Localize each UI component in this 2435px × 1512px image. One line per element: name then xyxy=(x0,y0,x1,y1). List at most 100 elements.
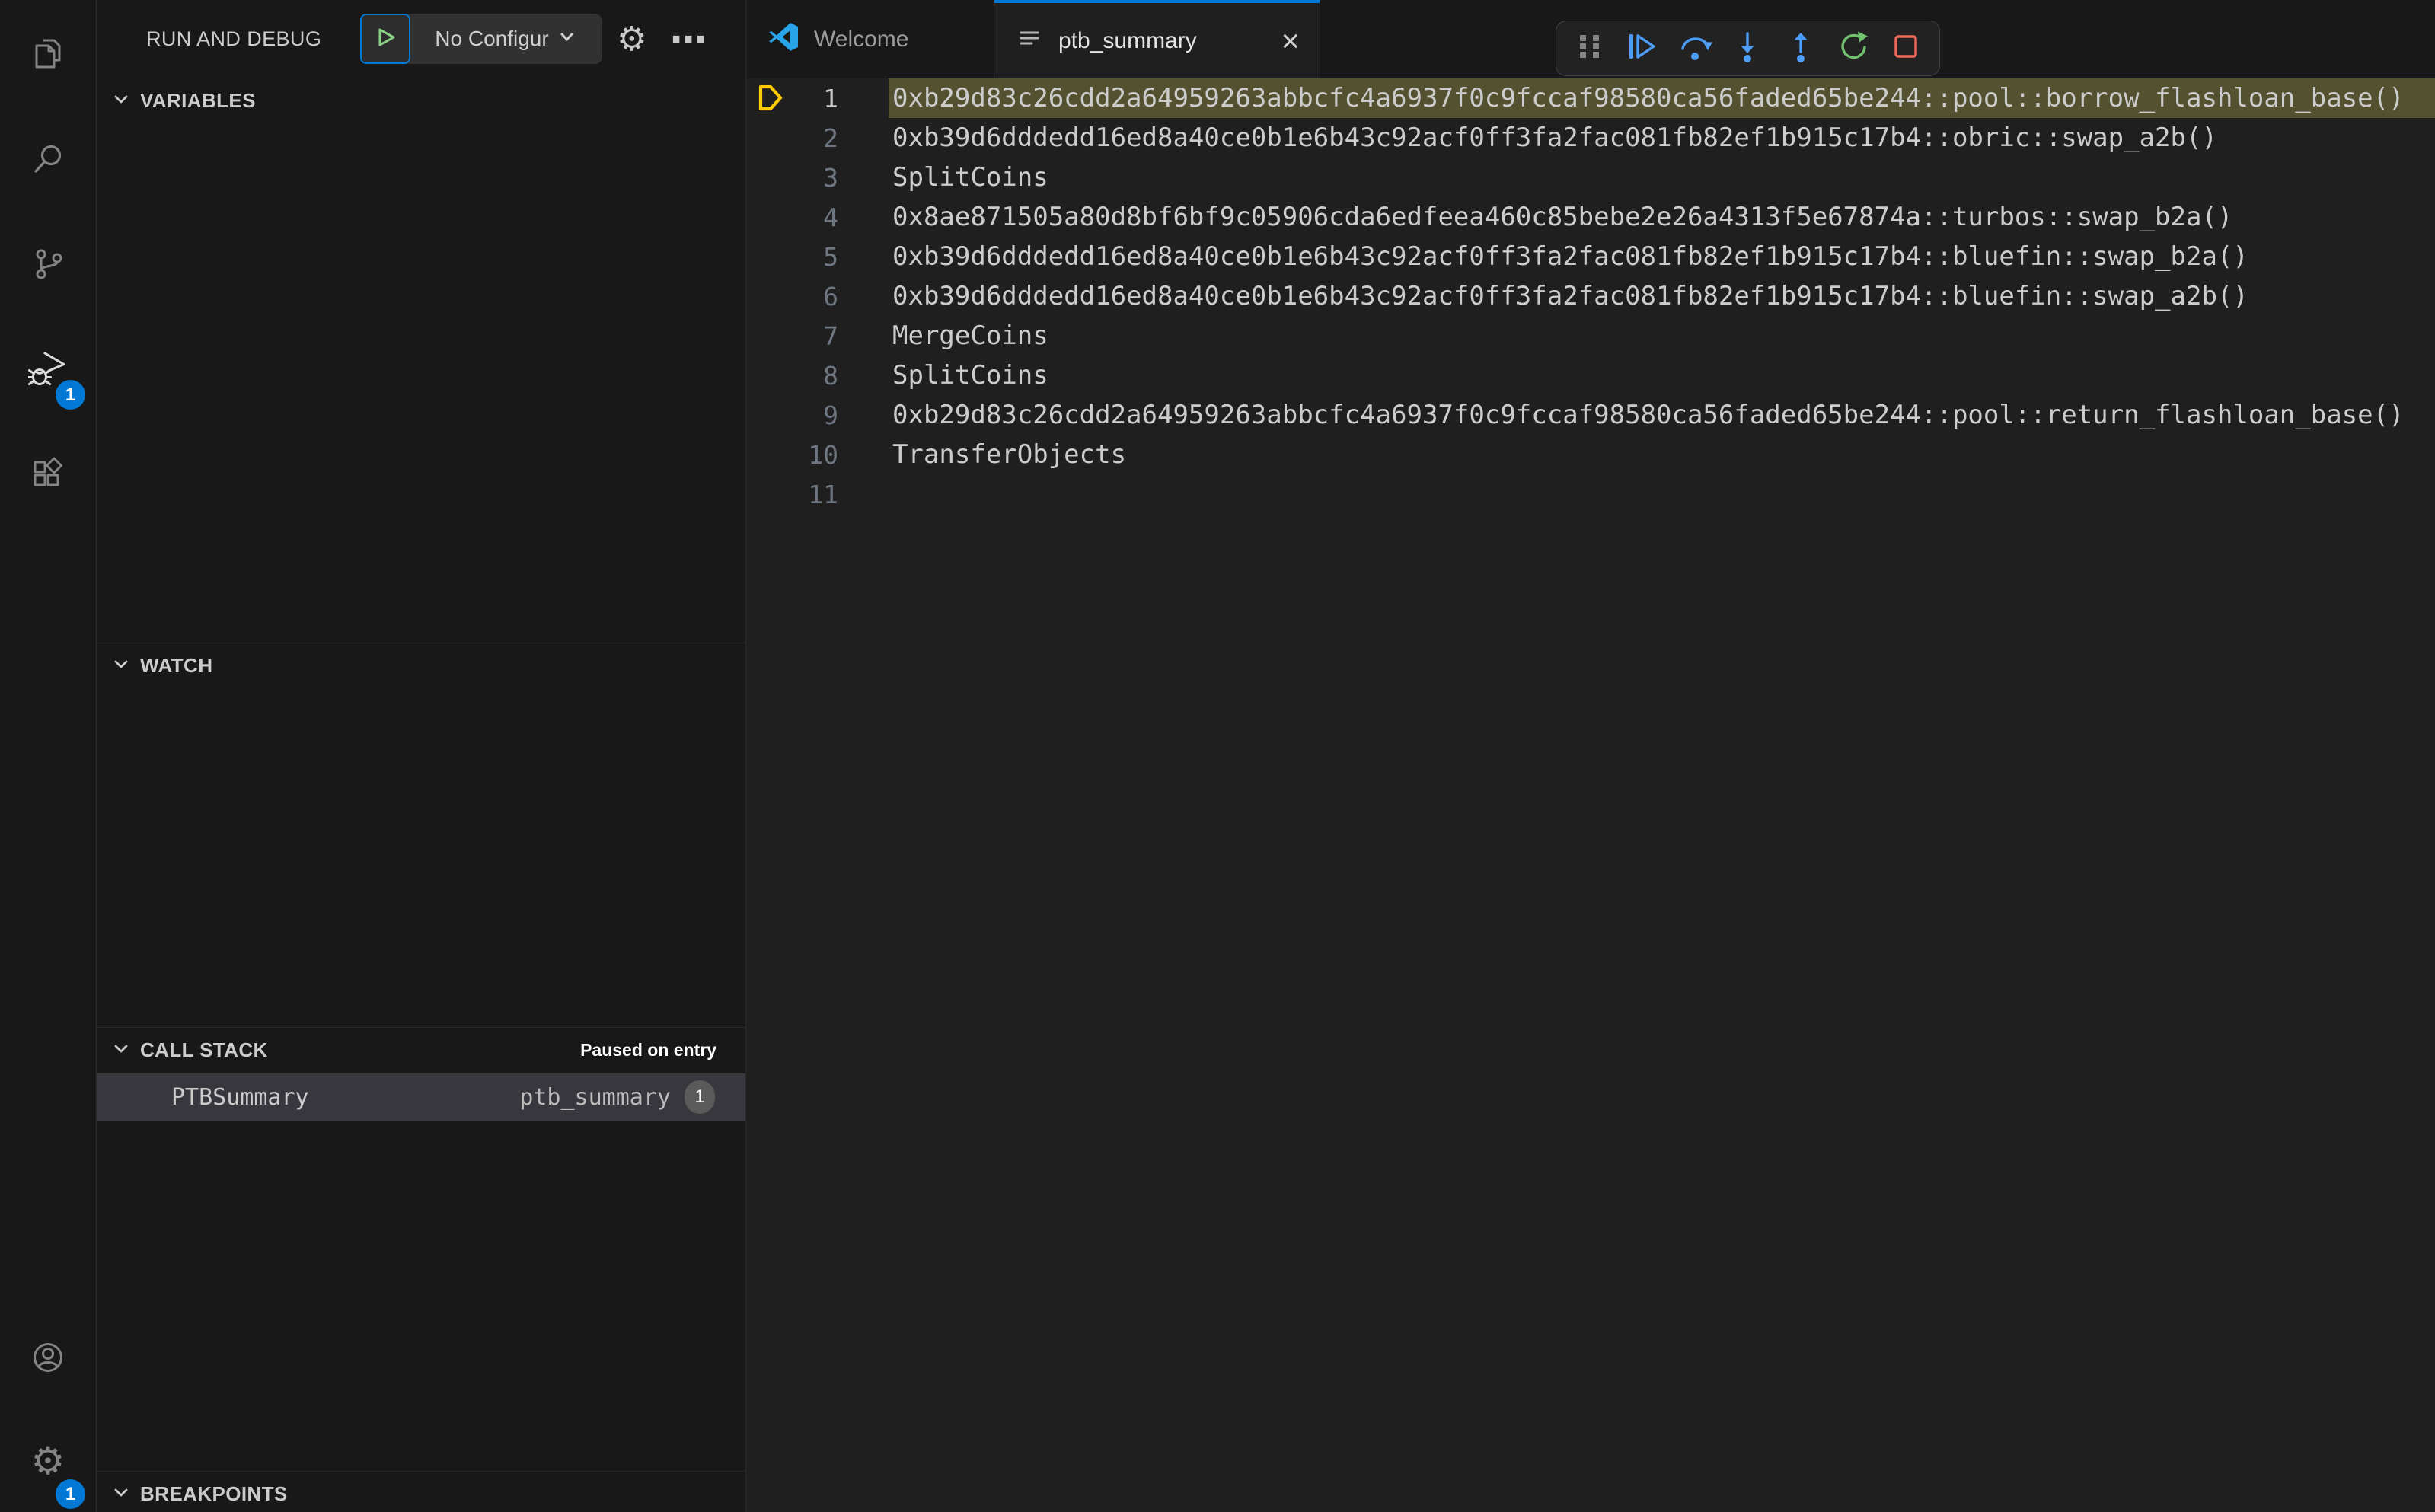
toolbar-drag-handle[interactable] xyxy=(1567,25,1613,72)
editor-gutter[interactable]: 3 xyxy=(747,158,889,197)
code-text[interactable]: 0xb29d83c26cdd2a64959263abbcfc4a6937f0c9… xyxy=(889,395,2435,435)
list-file-icon xyxy=(1014,23,1045,59)
search-icon xyxy=(29,140,67,182)
activity-source-control[interactable] xyxy=(0,213,96,318)
editor-gutter[interactable]: 5 xyxy=(747,237,889,276)
code-text[interactable]: SplitCoins xyxy=(889,356,2435,395)
tab-ptb-summary[interactable]: ptb_summary × xyxy=(994,0,1320,78)
activity-accounts[interactable] xyxy=(0,1308,96,1410)
breakpoints-pane-label: BREAKPOINTS xyxy=(140,1482,288,1505)
chevron-down-icon xyxy=(110,1481,132,1507)
gear-icon: ⚙ xyxy=(30,1440,65,1482)
config-dropdown-label: No Configur xyxy=(435,27,549,50)
code-text[interactable]: 0xb39d6dddedd16ed8a40ce0b1e6b43c92acf0ff… xyxy=(889,118,2435,158)
step-out-button[interactable] xyxy=(1778,25,1824,72)
chevron-down-icon xyxy=(110,88,132,114)
editor-gutter[interactable]: 7 xyxy=(747,316,889,356)
code-line: 9 0xb29d83c26cdd2a64959263abbcfc4a6937f0… xyxy=(747,395,2435,435)
chevron-down-icon xyxy=(110,652,132,679)
editor-gutter[interactable]: 4 xyxy=(747,197,889,237)
line-number: 9 xyxy=(823,400,838,430)
editor-gutter[interactable]: 10 xyxy=(747,435,889,474)
step-out-icon xyxy=(1783,29,1818,68)
stack-frame-row[interactable]: PTBSummary ptb_summary 1 xyxy=(97,1073,745,1121)
restart-icon xyxy=(1836,29,1871,68)
close-icon[interactable]: × xyxy=(1281,24,1300,57)
variables-pane-header[interactable]: VARIABLES xyxy=(97,78,745,123)
code-text[interactable] xyxy=(889,474,2435,514)
views-more-actions-button[interactable]: ⋯ xyxy=(670,0,707,78)
editor-gutter[interactable]: 6 xyxy=(747,276,889,316)
vscode-window: 1 ⚙ 1 RUN AND DEBUG No Configur ⚙ ⋯ VARI… xyxy=(0,0,2435,1512)
editor-area: Welcome ptb_summary × 1 0xb29d83c26cdd2a… xyxy=(747,0,2435,1512)
activity-run-and-debug[interactable]: 1 xyxy=(0,318,96,423)
step-over-button[interactable] xyxy=(1672,25,1718,72)
editor-gutter[interactable]: 2 xyxy=(747,118,889,158)
stop-icon xyxy=(1888,29,1923,68)
tab-welcome-label: Welcome xyxy=(814,26,909,52)
line-number: 8 xyxy=(823,360,838,391)
call-stack-pane: CALL STACK Paused on entry PTBSummary pt… xyxy=(97,1027,745,1471)
account-icon xyxy=(29,1338,67,1380)
gripper-icon xyxy=(1577,28,1603,69)
code-text[interactable]: 0x8ae871505a80d8bf6bf9c05906cda6edfeea46… xyxy=(889,197,2435,237)
sidebar-title: RUN AND DEBUG xyxy=(146,27,322,50)
files-icon xyxy=(29,35,67,77)
code-text[interactable]: SplitCoins xyxy=(889,158,2435,197)
continue-button[interactable] xyxy=(1620,25,1665,72)
editor-gutter[interactable]: 9 xyxy=(747,395,889,435)
tab-ptb-summary-label: ptb_summary xyxy=(1058,27,1197,53)
activity-settings[interactable]: ⚙ 1 xyxy=(0,1410,96,1512)
step-into-button[interactable] xyxy=(1725,25,1770,72)
editor-gutter[interactable]: 11 xyxy=(747,474,889,514)
activity-explorer[interactable] xyxy=(0,3,96,108)
editor-gutter[interactable]: 1 xyxy=(747,78,889,118)
stack-frame-name: PTBSummary xyxy=(171,1083,309,1111)
launch-config-combo: No Configur xyxy=(360,14,602,64)
code-text[interactable]: 0xb29d83c26cdd2a64959263abbcfc4a6937f0c9… xyxy=(889,78,2435,118)
code-line: 1 0xb29d83c26cdd2a64959263abbcfc4a6937f0… xyxy=(747,78,2435,118)
debug-count-badge: 1 xyxy=(56,380,85,410)
call-stack-pane-header[interactable]: CALL STACK Paused on entry xyxy=(97,1028,745,1072)
step-over-icon xyxy=(1677,29,1713,68)
chevron-down-icon xyxy=(555,25,578,53)
line-number: 4 xyxy=(823,202,838,232)
line-number: 2 xyxy=(823,123,838,153)
restart-button[interactable] xyxy=(1830,25,1876,72)
activity-extensions[interactable] xyxy=(0,423,96,528)
tab-welcome[interactable]: Welcome xyxy=(747,0,994,78)
ellipsis-icon: ⋯ xyxy=(670,19,707,60)
open-launch-json-button[interactable]: ⚙ xyxy=(617,0,646,78)
chevron-down-icon xyxy=(110,1037,132,1064)
sidebar-header: RUN AND DEBUG No Configur ⚙ ⋯ xyxy=(97,0,745,78)
step-into-icon xyxy=(1730,29,1765,68)
code-line: 8 SplitCoins xyxy=(747,356,2435,395)
line-number: 3 xyxy=(823,162,838,193)
code-line: 3 SplitCoins xyxy=(747,158,2435,197)
config-dropdown[interactable]: No Configur xyxy=(410,14,602,64)
code-editor: 1 0xb29d83c26cdd2a64959263abbcfc4a6937f0… xyxy=(747,78,2435,514)
code-line: 10 TransferObjects xyxy=(747,435,2435,474)
line-number: 11 xyxy=(808,479,838,509)
vscode-logo-icon xyxy=(767,20,800,59)
code-text[interactable]: 0xb39d6dddedd16ed8a40ce0b1e6b43c92acf0ff… xyxy=(889,276,2435,316)
stop-button[interactable] xyxy=(1883,25,1929,72)
line-number: 10 xyxy=(808,439,838,470)
code-text[interactable]: TransferObjects xyxy=(889,435,2435,474)
activity-bar: 1 ⚙ 1 xyxy=(0,0,97,1512)
line-number: 1 xyxy=(823,83,838,113)
continue-icon xyxy=(1625,29,1660,68)
gear-icon: ⚙ xyxy=(617,21,647,58)
start-debug-button[interactable] xyxy=(360,14,410,64)
code-line: 6 0xb39d6dddedd16ed8a40ce0b1e6b43c92acf0… xyxy=(747,276,2435,316)
code-line: 4 0x8ae871505a80d8bf6bf9c05906cda6edfeea… xyxy=(747,197,2435,237)
extensions-icon xyxy=(29,455,67,497)
code-text[interactable]: 0xb39d6dddedd16ed8a40ce0b1e6b43c92acf0ff… xyxy=(889,237,2435,276)
watch-pane-header[interactable]: WATCH xyxy=(97,643,745,687)
call-stack-pane-label: CALL STACK xyxy=(140,1038,268,1061)
code-text[interactable]: MergeCoins xyxy=(889,316,2435,356)
editor-gutter[interactable]: 8 xyxy=(747,356,889,395)
breakpoints-pane-header[interactable]: BREAKPOINTS xyxy=(97,1472,745,1512)
activity-search[interactable] xyxy=(0,108,96,213)
play-icon xyxy=(373,25,397,53)
